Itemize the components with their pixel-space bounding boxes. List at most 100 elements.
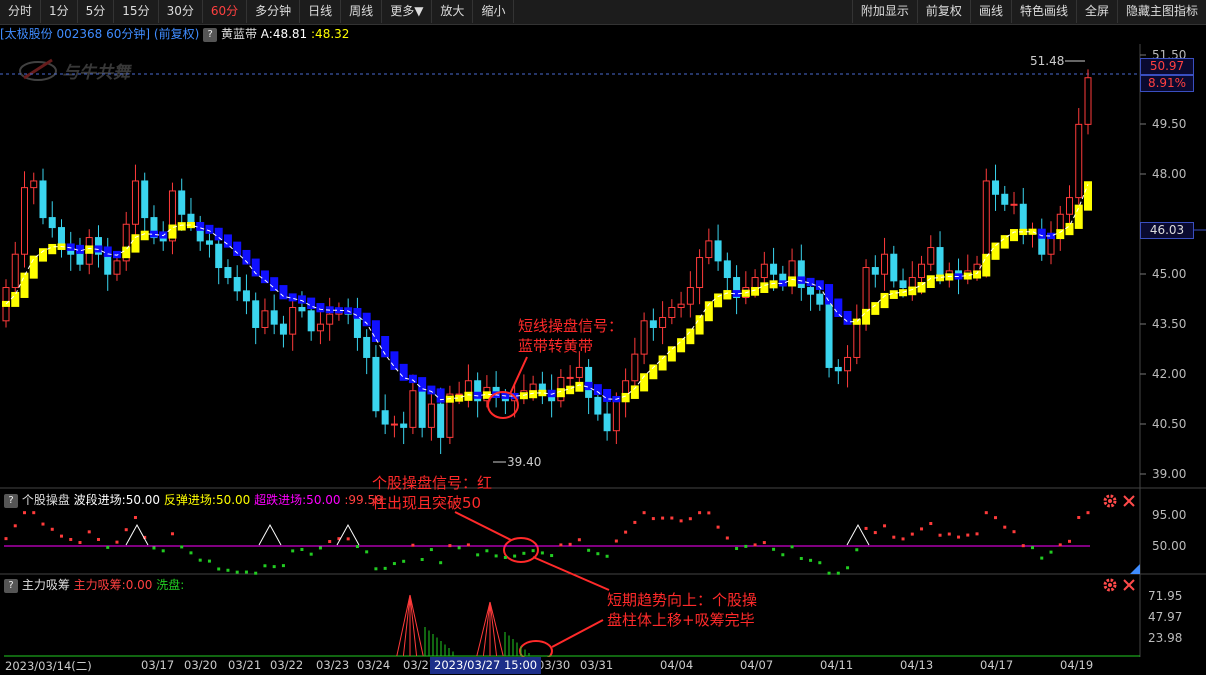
oscillator-dot [818, 561, 822, 565]
oscillator-dot [550, 554, 554, 558]
date-label: 03/23 [316, 658, 350, 672]
oscillator-dot [152, 546, 156, 550]
oscillator-dot [540, 551, 544, 555]
oscillator-dot [448, 544, 452, 548]
candle-down [57, 227, 65, 245]
panel2-name[interactable]: 主力吸筹 [22, 578, 70, 592]
oscillator-dot [994, 516, 998, 520]
yellow-band-block [85, 245, 94, 254]
candle-up [529, 383, 537, 392]
blue-band-block [233, 241, 242, 256]
price-tick-label: 48.00 [1152, 167, 1186, 181]
candle-up [1047, 237, 1055, 255]
gear-icon[interactable] [1103, 494, 1117, 508]
oscillator-dot [328, 540, 332, 544]
yellow-band-block [1010, 229, 1019, 242]
annotation-trend-up: 短期趋势向上：个股操 盘柱体上移+吸筹完毕 [607, 591, 758, 629]
oscillator-dot [59, 534, 63, 538]
panel1-name[interactable]: 个股操盘 [22, 493, 70, 507]
date-label: 2023/03/14(二) [5, 659, 92, 673]
blue-band-block [260, 270, 269, 284]
blue-band-block [390, 351, 399, 370]
help-icon[interactable]: ? [4, 578, 18, 593]
candle-down [215, 243, 223, 269]
yellow-band-block [677, 338, 686, 353]
oscillator-dot [901, 537, 905, 541]
candle-down [992, 180, 1000, 195]
annotation-arrow [551, 619, 604, 648]
panel-main-accumulation: 71.95 47.97 23.98 [4, 589, 1182, 657]
watermark-logo: 与牛共舞 [19, 58, 132, 83]
blue-band-block [834, 298, 843, 317]
oscillator-dot [87, 530, 91, 534]
accumulation-spike [409, 594, 418, 657]
blue-band-block [825, 284, 834, 305]
oscillator-dot [938, 533, 942, 537]
blue-band-block [279, 285, 288, 300]
panel2-tick-label: 71.95 [1148, 589, 1182, 603]
close-icon[interactable] [1123, 495, 1135, 507]
oscillator-dot [661, 516, 665, 520]
oscillator-dot [725, 536, 729, 540]
candle-up [908, 277, 916, 289]
oscillator-dot [1068, 539, 1072, 543]
yellow-band-block [908, 286, 917, 296]
resize-corner-icon[interactable] [1130, 564, 1140, 574]
yellow-band-block [575, 381, 584, 392]
panel2-tick-label: 47.97 [1148, 610, 1182, 624]
yellow-band-block [862, 308, 871, 325]
candle-down [594, 396, 602, 415]
oscillator-dot [346, 537, 350, 541]
candle-up [686, 287, 694, 305]
date-label: 03/31 [580, 658, 614, 672]
oscillator-dot [402, 559, 406, 563]
panel2-header: ? 主力吸筹 主力吸筹:0.00 洗盘: [4, 577, 184, 593]
gear-icon[interactable] [1103, 578, 1117, 592]
blue-band-block [112, 250, 121, 259]
help-icon[interactable]: ? [4, 493, 18, 508]
blue-band-block [371, 320, 380, 343]
candle-down [807, 287, 815, 295]
blue-band-block [815, 280, 824, 291]
oscillator-dot [439, 561, 443, 565]
date-label: 03/30 [537, 658, 571, 672]
yellow-band-block [788, 276, 797, 287]
candle-down [372, 356, 380, 412]
oscillator-dot [124, 528, 128, 532]
candle-down [252, 300, 260, 328]
yellow-band-block [177, 222, 186, 231]
oscillator-dot [78, 541, 82, 545]
date-label: 04/17 [980, 658, 1014, 672]
oscillator-dot [309, 552, 313, 556]
blue-band-block [270, 277, 279, 292]
panel1-tick-label: 95.00 [1152, 508, 1186, 522]
blue-band-block [408, 374, 417, 384]
oscillator-dot [383, 566, 387, 570]
oscillator-dot [614, 539, 618, 543]
triangle-signal [258, 523, 282, 546]
candle-down [723, 260, 731, 279]
date-label: 04/11 [820, 658, 854, 672]
candle-down [437, 403, 445, 438]
blue-band-block [196, 221, 205, 231]
oscillator-dot [69, 537, 73, 541]
yellow-band-block [945, 273, 954, 281]
oscillator-dot [651, 517, 655, 521]
oscillator-dot [22, 511, 26, 515]
panel1-tick-label: 50.00 [1152, 539, 1186, 553]
yellow-band-block [122, 246, 131, 259]
candle-up [326, 313, 334, 325]
oscillator-dot [235, 570, 239, 574]
oscillator-dot [355, 545, 359, 549]
oscillator-dot [1077, 515, 1081, 519]
high-price-label: 51.48 [1030, 54, 1064, 68]
candle-down [363, 336, 371, 358]
close-icon[interactable] [1123, 579, 1135, 591]
candle-up [677, 303, 685, 309]
candle-down [224, 267, 232, 279]
yellow-band-block [1056, 229, 1065, 240]
yellow-band-block [630, 385, 639, 399]
wash-label: 洗盘: [156, 578, 185, 592]
oscillator-dot [133, 516, 137, 520]
candle-up [566, 376, 574, 379]
